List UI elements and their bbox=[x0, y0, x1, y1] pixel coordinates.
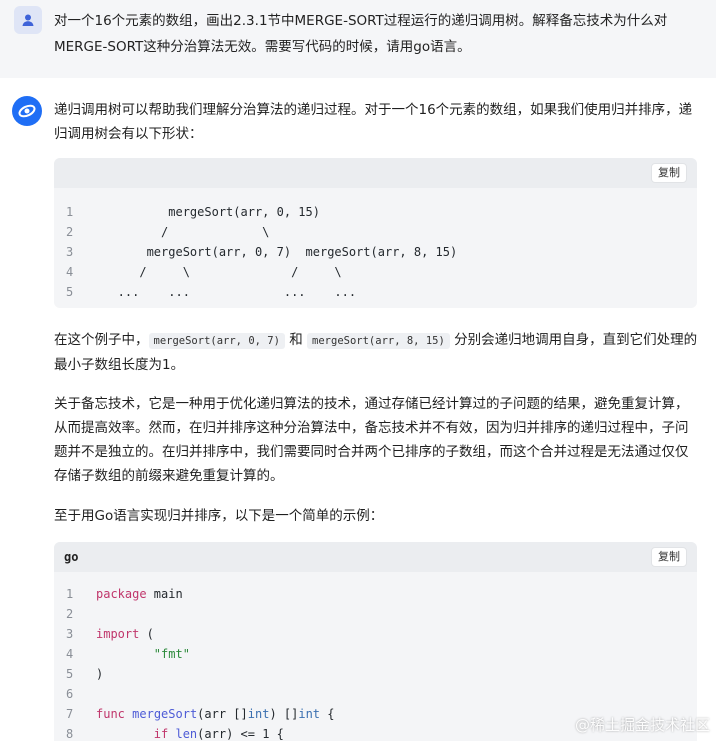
code-text: mergeSort(arr, 0, 15) bbox=[96, 205, 320, 219]
code-line: 6 bbox=[54, 684, 697, 704]
code-text: package main bbox=[96, 587, 183, 601]
code-block-header: go 复制 bbox=[54, 542, 697, 572]
paragraph-text: 和 bbox=[284, 332, 308, 348]
code-lines: 1 mergeSort(arr, 0, 15) 2 / \ 3 mergeSort(… bbox=[54, 188, 697, 302]
code-text: if len(arr) <= 1 { bbox=[153, 727, 284, 741]
explanation-paragraph: 在这个例子中， mergeSort(arr, 0, 7) 和 mergeSort(… bbox=[54, 328, 700, 377]
line-number: 3 bbox=[66, 627, 74, 641]
line-number: 5 bbox=[66, 667, 74, 681]
line-number: 2 bbox=[66, 607, 74, 621]
user-icon bbox=[14, 6, 42, 34]
paragraph-text: 在这个例子中， bbox=[54, 332, 149, 348]
code-text: / \ / \ bbox=[96, 265, 342, 279]
user-message: 对一个16个元素的数组，画出2.3.1节中MERGE-SORT过程运行的递归调用… bbox=[0, 0, 716, 78]
copy-button[interactable]: 复制 bbox=[651, 163, 687, 183]
code-line: 3 mergeSort(arr, 0, 7) mergeSort(arr, 8,… bbox=[54, 242, 697, 262]
code-line: 4 "fmt" bbox=[54, 644, 697, 664]
line-number: 4 bbox=[66, 647, 74, 661]
line-number: 4 bbox=[66, 265, 74, 279]
go-code-block: go 复制 1 package main 2 3 import (4 "fmt" 5) 6 7… bbox=[54, 542, 697, 741]
code-line: 1 package main bbox=[54, 584, 697, 604]
code-language-label: go bbox=[64, 550, 79, 564]
line-number: 6 bbox=[66, 687, 74, 701]
copy-button[interactable]: 复制 bbox=[651, 547, 687, 567]
code-line: 3 import ( bbox=[54, 624, 697, 644]
go-intro-paragraph: 至于用Go语言实现归并排序，以下是一个简单的示例： bbox=[54, 508, 384, 524]
code-line: 5 ... ... ... ... bbox=[54, 282, 697, 302]
line-number: 1 bbox=[66, 205, 74, 219]
line-number: 1 bbox=[66, 587, 74, 601]
code-text: ) bbox=[96, 667, 104, 681]
code-line: 2 / \ bbox=[54, 222, 697, 242]
line-number: 3 bbox=[66, 245, 74, 259]
code-text: ... ... ... ... bbox=[96, 285, 357, 299]
user-message-text: 对一个16个元素的数组，画出2.3.1节中MERGE-SORT过程运行的递归调用… bbox=[54, 13, 668, 55]
line-number: 8 bbox=[66, 727, 74, 741]
code-line: 4 / \ / \ bbox=[54, 262, 697, 282]
code-text: import ( bbox=[96, 627, 154, 641]
code-line: 2 bbox=[54, 604, 697, 624]
code-text: "fmt" bbox=[153, 647, 190, 661]
assistant-intro-paragraph: 递归调用树可以帮助我们理解分治算法的递归过程。对于一个16个元素的数组，如果我们… bbox=[54, 102, 693, 142]
line-number: 5 bbox=[66, 285, 74, 299]
code-line: 1 mergeSort(arr, 0, 15) bbox=[54, 202, 697, 222]
line-number: 2 bbox=[66, 225, 74, 239]
code-text: / \ bbox=[96, 225, 270, 239]
code-text: func mergeSort(arr []int) []int { bbox=[96, 707, 335, 721]
assistant-logo-icon bbox=[12, 96, 42, 126]
inline-code: mergeSort(arr, 8, 15) bbox=[307, 333, 450, 349]
code-block-header: 复制 bbox=[54, 158, 697, 188]
code-text: mergeSort(arr, 0, 7) mergeSort(arr, 8, 1… bbox=[96, 245, 458, 259]
inline-code: mergeSort(arr, 0, 7) bbox=[148, 333, 285, 349]
line-number: 7 bbox=[66, 707, 74, 721]
memoization-paragraph: 关于备忘技术，它是一种用于优化递归算法的技术，通过存储已经计算过的子问题的结果，… bbox=[54, 396, 689, 484]
tree-code-block: 复制 1 mergeSort(arr, 0, 15) 2 / \ 3 mergeSo… bbox=[54, 158, 697, 308]
watermark: @稀土掘金技术社区 bbox=[574, 716, 710, 734]
code-line: 5) bbox=[54, 664, 697, 684]
